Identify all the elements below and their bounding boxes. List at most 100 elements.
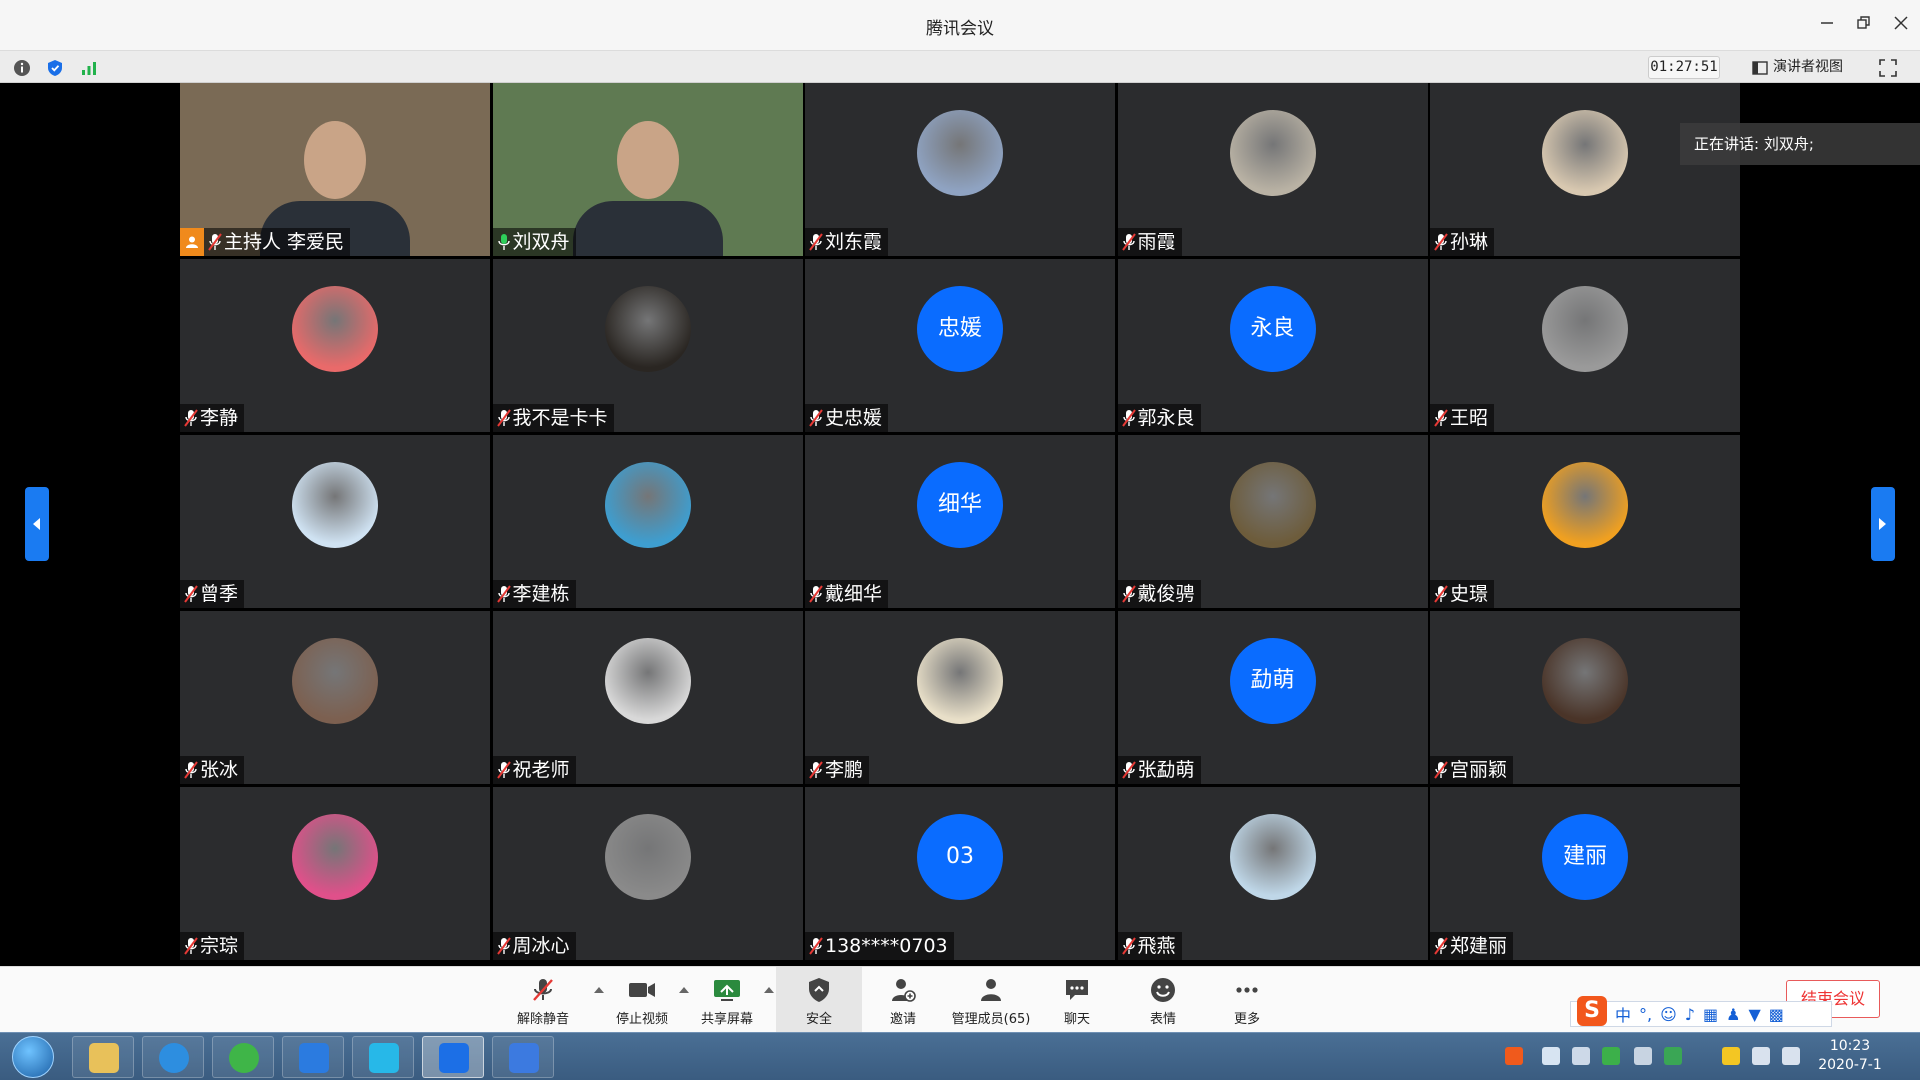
volume-icon[interactable]: [1542, 1047, 1560, 1065]
mic-muted-icon: [809, 233, 823, 251]
participant-tile[interactable]: 曾季: [180, 435, 490, 608]
taskbar-ie[interactable]: [142, 1036, 204, 1078]
taskbar-explorer[interactable]: [72, 1036, 134, 1078]
audio-options-caret[interactable]: [594, 987, 604, 993]
participant-tile[interactable]: 永良 郭永良: [1117, 259, 1428, 432]
participant-tile[interactable]: 忠媛史忠媛: [805, 259, 1115, 432]
taskbar-tencent-meeting[interactable]: [422, 1036, 484, 1078]
system-clock[interactable]: 10:23 2020-7-1: [1810, 1037, 1890, 1075]
wechat-icon[interactable]: [1602, 1047, 1620, 1065]
more-label: 更多: [1233, 1012, 1260, 1027]
user-icon[interactable]: ♟: [1726, 1005, 1740, 1024]
taskbar-player[interactable]: [352, 1036, 414, 1078]
sogou-logo-icon[interactable]: S: [1577, 996, 1607, 1026]
participant-tile[interactable]: 我不是卡卡: [492, 259, 803, 432]
participant-tile[interactable]: 孙琳: [1430, 83, 1740, 256]
participant-tile[interactable]: 祝老师: [492, 611, 803, 784]
emoji-icon[interactable]: ☺: [1660, 1005, 1677, 1024]
photo-avatar: [1542, 638, 1628, 724]
start-button[interactable]: [12, 1036, 54, 1078]
manage-members-button[interactable]: 管理成员(65): [946, 967, 1036, 1033]
participant-tile[interactable]: 主持人 李爱民: [180, 83, 490, 256]
participant-tile[interactable]: 勐萌 张勐萌: [1117, 611, 1428, 784]
participant-tile[interactable]: 张冰: [180, 611, 490, 784]
participant-tile[interactable]: 细华 戴细华: [805, 435, 1115, 608]
participant-name: 曾季: [200, 583, 239, 605]
minimize-button[interactable]: [1814, 12, 1840, 38]
taskbar-apps[interactable]: [282, 1036, 344, 1078]
skin-icon[interactable]: ▼: [1748, 1005, 1760, 1024]
toolbox-icon[interactable]: ▩: [1769, 1005, 1784, 1024]
initials-avatar: 忠媛: [917, 286, 1003, 372]
mic-muted-indicator: [1121, 584, 1136, 604]
participant-tile[interactable]: 周冰心: [492, 787, 803, 960]
mic-muted-icon: [809, 937, 823, 955]
participant-tile[interactable]: 宗琮: [180, 787, 490, 960]
punctuation-icon[interactable]: °,: [1639, 1005, 1652, 1024]
prev-page-button[interactable]: [25, 487, 49, 561]
window-title: 腾讯会议: [926, 19, 994, 39]
reactions-button[interactable]: 表情: [1126, 967, 1200, 1033]
participant-name: 刘东霞: [825, 231, 883, 253]
chat-label: 聊天: [1063, 1012, 1090, 1027]
participant-nametag: 138****0703: [805, 932, 954, 960]
fullscreen-icon[interactable]: [1878, 58, 1898, 78]
participant-tile[interactable]: 李鹏: [805, 611, 1115, 784]
smiley-icon: [1151, 978, 1175, 1002]
participant-tile[interactable]: 李静: [180, 259, 490, 432]
next-page-button[interactable]: [1871, 487, 1895, 561]
close-button[interactable]: [1888, 12, 1914, 38]
restore-button[interactable]: [1851, 12, 1877, 38]
mic-muted-icon: [1121, 233, 1136, 251]
participant-tile[interactable]: 宫丽颖: [1430, 611, 1740, 784]
unmute-button[interactable]: 解除静音: [508, 967, 578, 1033]
photo-avatar: [604, 638, 691, 724]
share-options-caret[interactable]: [764, 987, 774, 993]
mic-active-icon: [497, 234, 510, 250]
participant-nametag: 李鹏: [805, 756, 870, 784]
participant-tile[interactable]: 刘东霞: [805, 83, 1115, 256]
participant-name: 雨霞: [1137, 231, 1176, 253]
signal-icon[interactable]: [80, 59, 98, 77]
participant-tile[interactable]: 建丽 郑建丽: [1430, 787, 1740, 960]
folder-icon: [89, 1043, 119, 1073]
share-screen-button[interactable]: 共享屏幕: [692, 967, 762, 1033]
photo-avatar: [292, 638, 378, 724]
action-center-icon[interactable]: [1752, 1047, 1770, 1065]
keyboard-icon[interactable]: ▦: [1703, 1005, 1718, 1024]
participant-tile[interactable]: 刘双舟: [492, 83, 803, 256]
security-button[interactable]: 安全: [776, 967, 862, 1033]
participant-tile[interactable]: 王昭: [1430, 259, 1740, 432]
add-person-icon: [892, 979, 916, 1002]
display-icon[interactable]: [1634, 1047, 1652, 1065]
participant-tile[interactable]: 雨霞: [1117, 83, 1428, 256]
participant-name: 飛燕: [1137, 935, 1176, 957]
speaker-view-button[interactable]: 演讲者视图: [1752, 56, 1843, 79]
mic-muted-icon: [1121, 761, 1136, 779]
taskbar-wps[interactable]: [492, 1036, 554, 1078]
signal-tray-icon[interactable]: [1782, 1047, 1800, 1065]
participant-tile[interactable]: 戴俊骋: [1117, 435, 1428, 608]
participant-nametag: 刘双舟: [492, 228, 576, 256]
stop-video-button[interactable]: 停止视频: [607, 967, 677, 1033]
tray-app-icon[interactable]: [1572, 1047, 1590, 1065]
invite-button[interactable]: 邀请: [868, 967, 938, 1033]
participant-nametag: 史忠媛: [805, 404, 889, 432]
participant-tile[interactable]: 飛燕: [1117, 787, 1428, 960]
info-icon[interactable]: [13, 59, 31, 77]
participant-name: 张冰: [200, 759, 239, 781]
voice-input-icon[interactable]: ♪: [1685, 1005, 1695, 1024]
ime-mode-toggle[interactable]: 中: [1615, 1002, 1631, 1026]
chat-button[interactable]: 聊天: [1040, 967, 1114, 1033]
video-options-caret[interactable]: [679, 987, 689, 993]
participant-tile[interactable]: 03 138****0703: [805, 787, 1115, 960]
taskbar-browser[interactable]: [212, 1036, 274, 1078]
network-tray-icon[interactable]: [1722, 1047, 1740, 1065]
security-tray-icon[interactable]: [1664, 1047, 1682, 1065]
mic-muted-indicator: [496, 584, 511, 604]
participant-tile[interactable]: 史璟: [1430, 435, 1740, 608]
shield-icon[interactable]: [46, 59, 64, 77]
participant-tile[interactable]: 李建栋: [492, 435, 803, 608]
sogou-tray-icon[interactable]: [1505, 1047, 1523, 1065]
more-button[interactable]: 更多: [1210, 967, 1284, 1033]
